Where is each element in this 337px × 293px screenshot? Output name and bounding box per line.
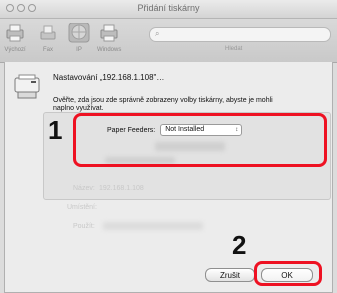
sheet-header: Nastavování „192.168.1.108"… xyxy=(53,73,165,82)
toolbar-default-label: Výchozí xyxy=(4,47,26,53)
toolbar-default-button[interactable]: Výchozí xyxy=(4,23,26,53)
windows-printer-icon xyxy=(100,24,118,42)
ghost-location-label: Umístění: xyxy=(67,204,97,211)
step2-number: 2 xyxy=(232,230,247,260)
toolbar-fax-label: Fax xyxy=(42,47,53,53)
toolbar: Výchozí Fax IP Windows ⌕ Hledat xyxy=(0,19,337,63)
search-field[interactable]: ⌕ xyxy=(149,27,331,42)
toolbar-windows-button[interactable]: Windows xyxy=(97,23,121,53)
window-title: Přidání tiskárny xyxy=(137,3,200,13)
toolbar-ip-button[interactable]: IP xyxy=(68,22,90,53)
add-printer-window: Přidání tiskárny Výchozí Fax IP Windows … xyxy=(0,0,337,293)
highlight-box-step2 xyxy=(254,261,322,286)
toolbar-ip-label: IP xyxy=(76,47,82,53)
fax-icon xyxy=(40,25,56,40)
toolbar-fax-button[interactable]: Fax xyxy=(37,23,59,53)
search-icon: ⌕ xyxy=(155,29,160,38)
sheet-message: Ověřte, zda jsou zde správně zobrazeny v… xyxy=(53,97,273,112)
search-label: Hledat xyxy=(225,46,243,52)
step1-number: 1 xyxy=(48,115,63,145)
highlight-box-step1 xyxy=(73,113,327,167)
ghost-name-label: Název: xyxy=(73,185,95,192)
ghost-name-value: 192.168.1.108 xyxy=(99,185,144,192)
default-printer-icon xyxy=(6,24,24,42)
printer-icon xyxy=(14,74,40,99)
toolbar-windows-label: Windows xyxy=(97,47,122,53)
setup-sheet: Nastavování „192.168.1.108"… Ověřte, zda… xyxy=(4,62,333,293)
blurred-driver xyxy=(103,222,203,230)
ghost-use-label: Použít: xyxy=(73,223,95,230)
cancel-button[interactable]: Zrušit xyxy=(205,268,255,282)
ip-globe-icon xyxy=(68,22,90,43)
title-bar: Přidání tiskárny xyxy=(0,0,337,19)
